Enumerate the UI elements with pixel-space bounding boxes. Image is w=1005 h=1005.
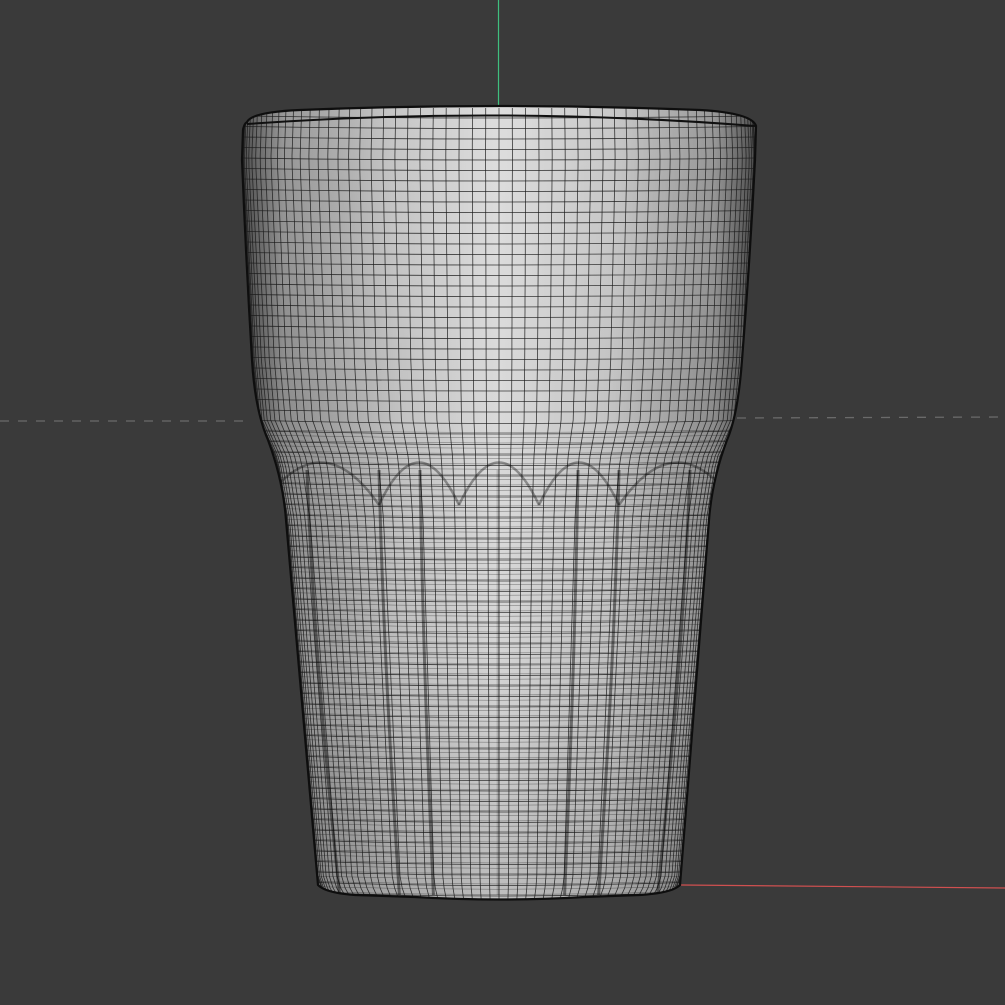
x-axis-line (680, 884, 1005, 889)
viewport-canvas[interactable] (0, 0, 1005, 1005)
3d-viewport[interactable] (0, 0, 1005, 1005)
glass-tumbler-mesh[interactable] (240, 104, 758, 901)
